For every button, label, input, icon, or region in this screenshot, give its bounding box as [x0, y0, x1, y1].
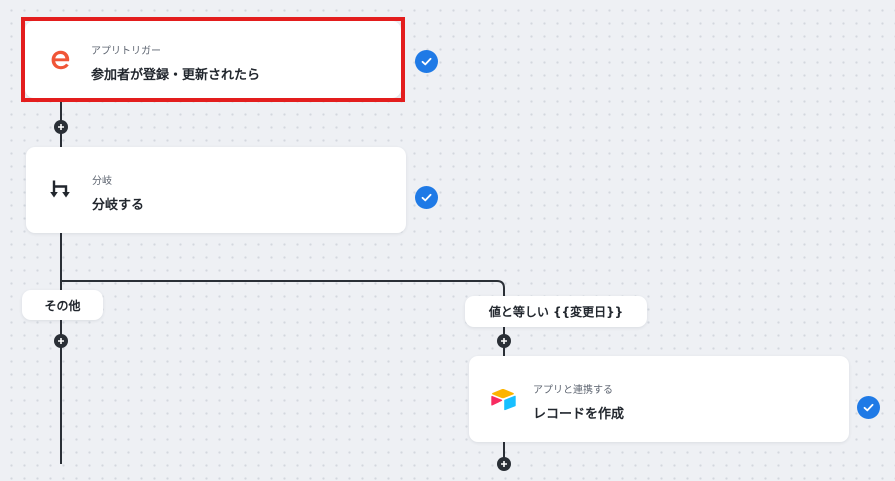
branch-complete-check-icon: [415, 186, 438, 209]
flow-canvas: アプリトリガー 参加者が登録・更新されたら 分岐 分岐する その他 値と等しい …: [0, 0, 895, 481]
add-step-connector[interactable]: [54, 120, 68, 134]
add-step-connector[interactable]: [497, 334, 511, 348]
branch-step-type: 分岐: [92, 176, 112, 187]
action-complete-check-icon: [857, 396, 880, 419]
branch-path-condition[interactable]: 値と等しい {{変更日}}: [465, 296, 647, 327]
action-step-card[interactable]: アプリと連携する レコードを作成: [469, 356, 849, 442]
trigger-step-type: アプリトリガー: [91, 46, 161, 57]
trigger-step-title: 参加者が登録・更新されたら: [91, 68, 261, 83]
branch-path-other[interactable]: その他: [22, 290, 103, 320]
branch-icon: [48, 177, 74, 203]
action-step-title: レコードを作成: [533, 407, 625, 422]
add-step-connector[interactable]: [54, 334, 68, 348]
trigger-step-card[interactable]: アプリトリガー 参加者が登録・更新されたら: [25, 21, 401, 98]
airtable-logo-icon: [489, 387, 517, 413]
eventbrite-logo-icon: [47, 47, 73, 73]
add-step-connector[interactable]: [497, 457, 511, 471]
branch-step-title: 分岐する: [92, 198, 145, 213]
action-step-type: アプリと連携する: [533, 385, 613, 396]
trigger-complete-check-icon: [415, 50, 438, 73]
branch-step-card[interactable]: 分岐 分岐する: [26, 147, 406, 233]
